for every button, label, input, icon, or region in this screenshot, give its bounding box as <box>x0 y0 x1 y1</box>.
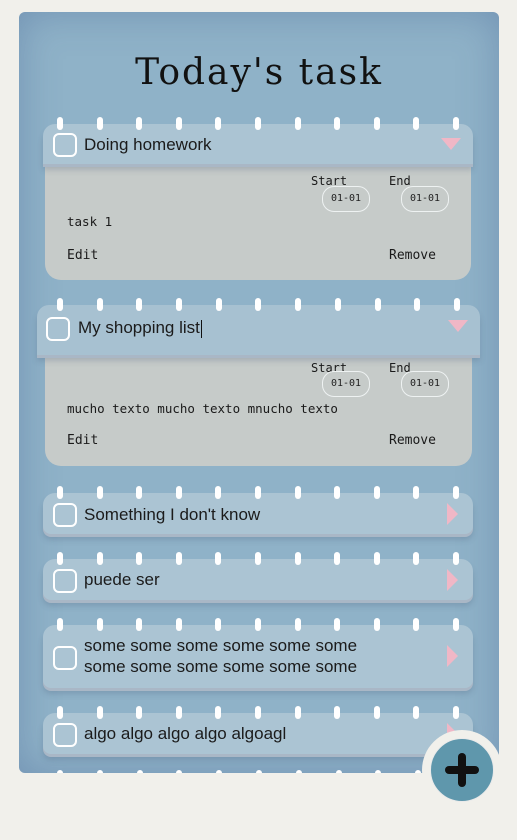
task-title-input[interactable]: My shopping list <box>78 317 202 338</box>
remove-button[interactable]: Remove <box>389 248 436 263</box>
binder-rings <box>57 618 459 632</box>
text-caret <box>200 319 202 338</box>
task-card: Start End 01-01 01-01 mucho texto mucho … <box>37 298 480 468</box>
triangle-down-icon[interactable] <box>448 320 468 332</box>
task-card: puede ser <box>43 552 473 603</box>
binder-rings <box>57 117 459 131</box>
plus-icon[interactable] <box>430 738 494 802</box>
page-title: Today's task <box>135 52 383 93</box>
checkbox-icon[interactable] <box>53 503 77 527</box>
start-date-field[interactable]: 01-01 <box>322 186 370 212</box>
binder-rings <box>57 486 459 500</box>
triangle-right-icon[interactable] <box>447 569 458 591</box>
checkbox-icon[interactable] <box>46 317 70 341</box>
checkbox-icon[interactable] <box>53 723 77 747</box>
task-details: Start End 01-01 01-01 task 1 Edit Remove <box>45 164 471 280</box>
triangle-down-icon[interactable] <box>441 138 461 150</box>
task-card: Start End 01-01 01-01 task 1 Edit Remove… <box>43 117 473 282</box>
task-title: some some some some some some some some … <box>84 635 357 677</box>
task-card: algo algo algo algo algoagl <box>43 706 473 757</box>
task-header[interactable]: My shopping list <box>37 298 480 355</box>
edit-button[interactable]: Edit <box>67 248 98 263</box>
checkbox-icon[interactable] <box>53 133 77 157</box>
edit-button[interactable]: Edit <box>67 433 98 448</box>
checkbox-icon[interactable] <box>53 646 77 670</box>
task-header[interactable]: puede ser <box>43 552 473 600</box>
task-title: algo algo algo algo algoagl <box>84 724 287 743</box>
checkbox-icon[interactable] <box>53 569 77 593</box>
add-task-button[interactable] <box>422 730 502 810</box>
triangle-right-icon[interactable] <box>447 503 458 525</box>
end-date-field[interactable]: 01-01 <box>401 371 449 397</box>
binder-rings <box>57 552 459 566</box>
remove-button[interactable]: Remove <box>389 433 436 448</box>
task-title-line: some some some some some some <box>84 636 358 655</box>
task-header[interactable]: algo algo algo algo algoagl <box>43 706 473 754</box>
binder-rings <box>57 298 460 312</box>
task-header[interactable]: Something I don't know <box>43 486 473 534</box>
task-title: Something I don't know <box>84 505 261 524</box>
task-details: Start End 01-01 01-01 mucho texto mucho … <box>45 353 472 466</box>
start-date-field[interactable]: 01-01 <box>322 371 370 397</box>
task-description: mucho texto mucho texto mnucho texto <box>67 401 338 416</box>
task-title: My shopping list <box>78 318 200 337</box>
task-card: some some some some some some some some … <box>43 618 473 691</box>
task-description: task 1 <box>67 214 113 229</box>
task-title: Doing homework <box>84 135 212 154</box>
task-header[interactable]: some some some some some some some some … <box>43 618 473 688</box>
task-title: puede ser <box>84 570 160 589</box>
task-title-line: some some some some some some <box>84 657 358 676</box>
task-board: Today's task Start End 01-01 01-01 task … <box>19 12 499 773</box>
end-date-field[interactable]: 01-01 <box>401 186 449 212</box>
task-card: Something I don't know <box>43 486 473 537</box>
end-label: End <box>389 174 411 188</box>
binder-rings <box>57 770 461 773</box>
binder-rings <box>57 706 459 720</box>
task-header[interactable]: Doing homework <box>43 117 473 164</box>
triangle-right-icon[interactable] <box>447 645 458 667</box>
